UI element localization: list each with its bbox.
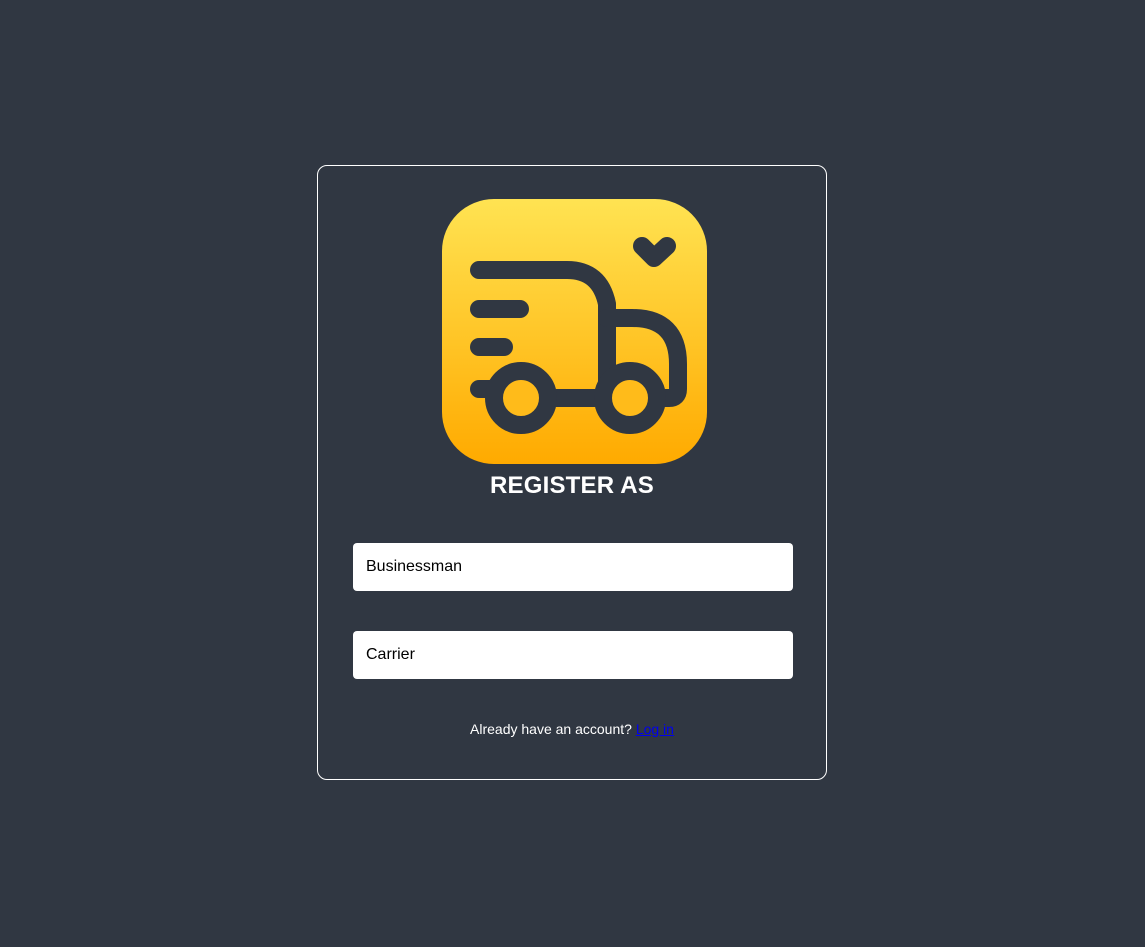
login-prompt-text: Already have an account? [470, 721, 632, 737]
register-card: REGISTER AS Businessman Carrier Already … [317, 165, 827, 780]
businessman-option-button[interactable]: Businessman [353, 543, 793, 591]
login-link[interactable]: Log in [636, 721, 674, 737]
carrier-option-button[interactable]: Carrier [353, 631, 793, 679]
login-prompt: Already have an account? Log in [318, 721, 826, 737]
app-logo [442, 199, 707, 464]
delivery-truck-icon [442, 199, 707, 464]
page-title: REGISTER AS [489, 472, 654, 499]
